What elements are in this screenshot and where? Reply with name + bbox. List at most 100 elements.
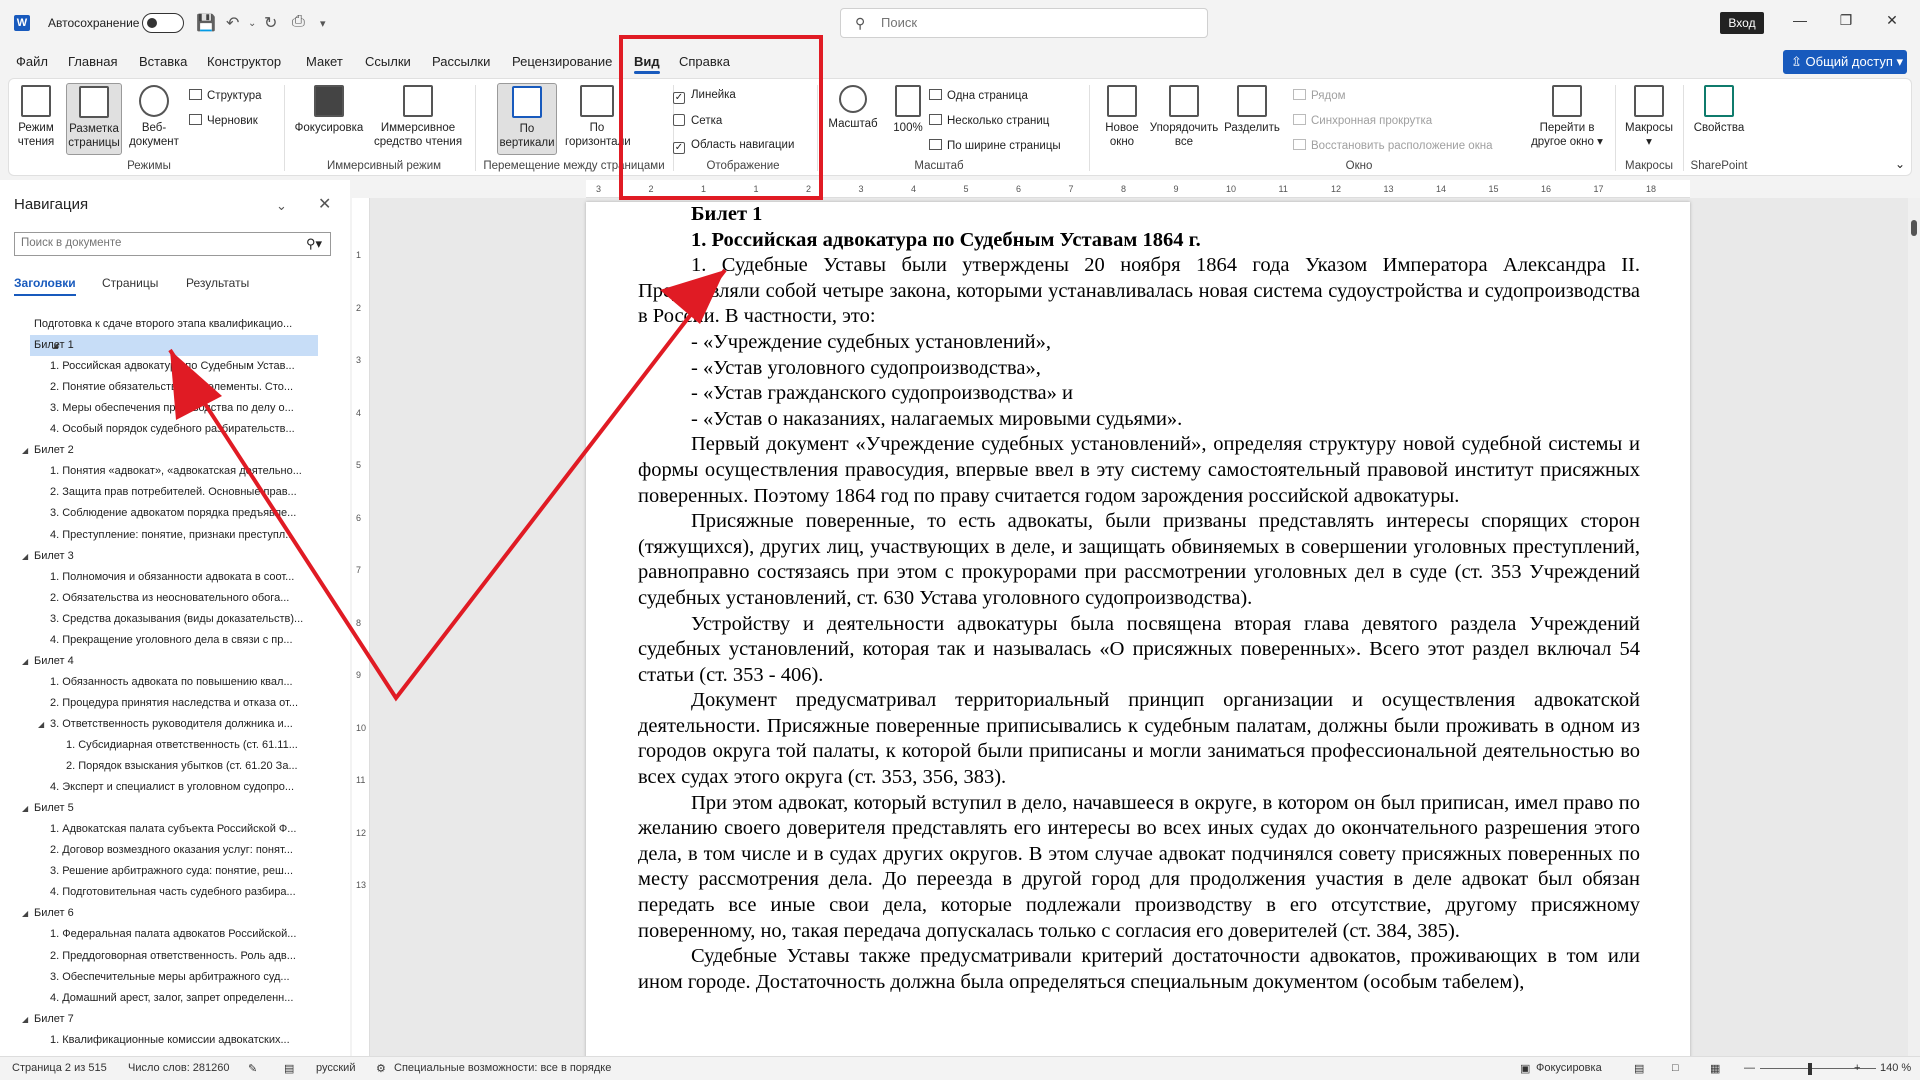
vertical-button[interactable]: По вертикали (497, 83, 557, 155)
print-layout-view-icon[interactable]: □ (1672, 1062, 1679, 1074)
close-icon[interactable]: ✕ (1872, 12, 1912, 29)
nav-heading-item[interactable]: 1. Субсидиарная ответственность (ст. 61.… (0, 735, 330, 756)
ruler-checkbox[interactable]: ✓ Линейка (673, 89, 736, 104)
page-width-button[interactable]: По ширине страницы (929, 139, 1061, 152)
read-mode-view-icon[interactable]: ▤ (1634, 1062, 1644, 1075)
read-mode-button[interactable]: Режим чтения (17, 85, 55, 149)
collapse-triangle-icon[interactable]: ◢ (22, 903, 28, 924)
save-icon[interactable]: 💾 (196, 13, 216, 33)
accessibility-icon[interactable]: ⚙ (376, 1062, 386, 1075)
accessibility-status[interactable]: Специальные возможности: все в порядке (394, 1062, 611, 1074)
collapse-triangle-icon[interactable]: ◢ (22, 546, 28, 567)
nav-heading-item[interactable]: 1. Российская адвокатура по Судебным Уст… (0, 356, 330, 377)
nav-heading-item[interactable]: Подготовка к сдаче второго этапа квалифи… (0, 314, 330, 335)
multiple-pages-button[interactable]: Несколько страниц (929, 114, 1049, 127)
nav-heading-item[interactable]: 1. Полномочия и обязанности адвоката в с… (0, 567, 330, 588)
collapse-triangle-icon[interactable]: ◢ (22, 1009, 28, 1030)
autosave-toggle[interactable] (142, 13, 184, 33)
collapse-triangle-icon[interactable]: ◢ (22, 651, 28, 672)
nav-heading-item[interactable]: 1. Понятия «адвокат», «адвокатская деяте… (0, 461, 330, 482)
nav-pane-checkbox[interactable]: ✓ Область навигации (673, 139, 794, 154)
redo-icon[interactable]: ↻ (264, 13, 277, 33)
nav-heading-ticket[interactable]: ◢ Билет 3 (0, 546, 330, 567)
immersive-reader-button[interactable]: Иммерсивное средство чтения (373, 85, 463, 149)
side-to-side-button[interactable]: По горизонтали (565, 85, 631, 149)
reset-window-position-button[interactable]: Восстановить расположение окна (1293, 139, 1492, 152)
collapse-triangle-icon[interactable]: ◢ (22, 798, 28, 819)
restore-icon[interactable]: ❐ (1826, 12, 1866, 29)
nav-heading-item[interactable]: 4. Особый порядок судебного разбирательс… (0, 419, 330, 440)
outline-button[interactable]: Структура (189, 89, 262, 102)
sign-in-button[interactable]: Вход (1720, 12, 1764, 34)
collapse-triangle-icon[interactable]: ◢ (22, 440, 28, 461)
zoom-in-icon[interactable]: + (1854, 1062, 1860, 1074)
one-page-button[interactable]: Одна страница (929, 89, 1028, 102)
language-label[interactable]: русский (316, 1062, 355, 1074)
scrollbar-thumb[interactable] (1911, 220, 1917, 236)
collapse-ribbon-icon[interactable]: ⌄ (1895, 157, 1905, 171)
zoom-slider-thumb[interactable] (1808, 1063, 1812, 1075)
document-page[interactable]: Билет 1 1. Российская адвокатура по Суде… (586, 202, 1690, 1056)
nav-heading-ticket[interactable]: ◢ Билет 7 (0, 1009, 330, 1030)
nav-heading-item[interactable]: 3. Решение арбитражного суда: понятие, р… (0, 861, 330, 882)
tab-review[interactable]: Рецензирование (512, 54, 612, 69)
tab-pages[interactable]: Страницы (102, 276, 158, 290)
nav-heading-item[interactable]: 4. Эксперт и специалист в уголовном судо… (0, 777, 330, 798)
nav-heading-ticket[interactable]: ◢ Билет 6 (0, 903, 330, 924)
web-layout-view-icon[interactable]: ▦ (1710, 1062, 1720, 1075)
nav-heading-item[interactable]: 2. Понятие обязательств и его элементы. … (0, 377, 330, 398)
tab-view[interactable]: Вид (634, 54, 660, 74)
new-window-button[interactable]: Новое окно (1097, 85, 1147, 149)
nav-heading-item[interactable]: 1. Адвокатская палата субъекта Российско… (0, 819, 330, 840)
page-count[interactable]: Страница 2 из 515 (12, 1062, 107, 1074)
collapse-triangle-icon[interactable]: ◢ (38, 714, 44, 735)
customize-toolbar-icon[interactable]: ▾ (320, 17, 326, 30)
nav-heading-ticket[interactable]: ◢ Билет 5 (0, 798, 330, 819)
word-count[interactable]: Число слов: 281260 (128, 1062, 230, 1074)
tab-results[interactable]: Результаты (186, 276, 249, 290)
tab-headings[interactable]: Заголовки (14, 276, 76, 296)
minimize-icon[interactable]: — (1780, 12, 1820, 28)
tab-help[interactable]: Справка (679, 54, 730, 69)
zoom-out-icon[interactable]: — (1744, 1062, 1755, 1074)
nav-heading-item[interactable]: 2. Преддоговорная ответственность. Роль … (0, 946, 330, 967)
side-by-side-button[interactable]: Рядом (1293, 89, 1346, 102)
nav-heading-item[interactable]: 4. Подготовительная часть судебного разб… (0, 882, 330, 903)
focus-button[interactable]: Фокусировка (289, 85, 369, 135)
horizontal-ruler[interactable]: 3 2 1 1 2 3 4 5 6 7 8 9 10 11 12 13 14 15 16 17 18 (586, 180, 1690, 198)
sync-scroll-button[interactable]: Синхронная прокрутка (1293, 114, 1432, 127)
text-predictions-icon[interactable]: ▤ (284, 1062, 294, 1075)
print-layout-button[interactable]: Разметка страницы (66, 83, 122, 155)
search-input[interactable] (881, 15, 1181, 30)
nav-heading-item[interactable]: 3. Средства доказывания (виды доказатель… (0, 609, 330, 630)
tab-mailings[interactable]: Рассылки (432, 54, 490, 69)
tab-home[interactable]: Главная (68, 54, 117, 69)
nav-search-input[interactable] (21, 237, 281, 249)
gridlines-checkbox[interactable]: Сетка (673, 114, 722, 127)
proofing-icon[interactable]: ✎ (248, 1062, 257, 1075)
tab-layout[interactable]: Макет (306, 54, 343, 69)
switch-windows-button[interactable]: Перейти в другое окно ▾ (1523, 85, 1611, 149)
nav-heading-ticket[interactable]: ◢ Билет 2 (0, 440, 330, 461)
zoom-100-button[interactable]: 100% (885, 85, 931, 135)
zoom-level[interactable]: 140 % (1880, 1062, 1911, 1074)
nav-search-box[interactable]: ⚲▾ (14, 232, 331, 256)
vertical-scrollbar[interactable] (1908, 198, 1920, 1056)
tab-design[interactable]: Конструктор (207, 54, 281, 69)
nav-heading-item[interactable]: 2. Процедура принятия наследства и отказ… (0, 693, 330, 714)
nav-heading-item[interactable]: 3. Меры обеспечения производства по делу… (0, 398, 330, 419)
web-layout-button[interactable]: Веб-документ (129, 85, 179, 149)
undo-icon[interactable]: ↶ (226, 13, 239, 33)
nav-heading-item[interactable]: 2. Обязательства из неосновательного обо… (0, 588, 330, 609)
nav-heading-item[interactable]: ◢ 3. Ответственность руководителя должник… (0, 714, 330, 735)
tab-references[interactable]: Ссылки (365, 54, 411, 69)
print-preview-icon[interactable]: ⎙ (292, 13, 305, 31)
nav-heading-ticket[interactable]: ◢ Билет 1 (30, 335, 318, 357)
close-nav-pane-icon[interactable]: ✕ (318, 194, 331, 214)
document-text[interactable]: Билет 1 1. Российская адвокатура по Суде… (638, 202, 1640, 995)
search-icon[interactable]: ⚲▾ (306, 236, 322, 252)
nav-heading-item[interactable]: 3. Обеспечительные меры арбитражного суд… (0, 967, 330, 988)
nav-heading-item[interactable]: 2. Порядок взыскания убытков (ст. 61.20 … (0, 756, 330, 777)
nav-heading-item[interactable]: 1. Квалификационные комиссии адвокатских… (0, 1030, 330, 1051)
vertical-ruler[interactable]: 1 2 3 4 5 6 7 8 9 10 11 12 13 (352, 198, 370, 1056)
